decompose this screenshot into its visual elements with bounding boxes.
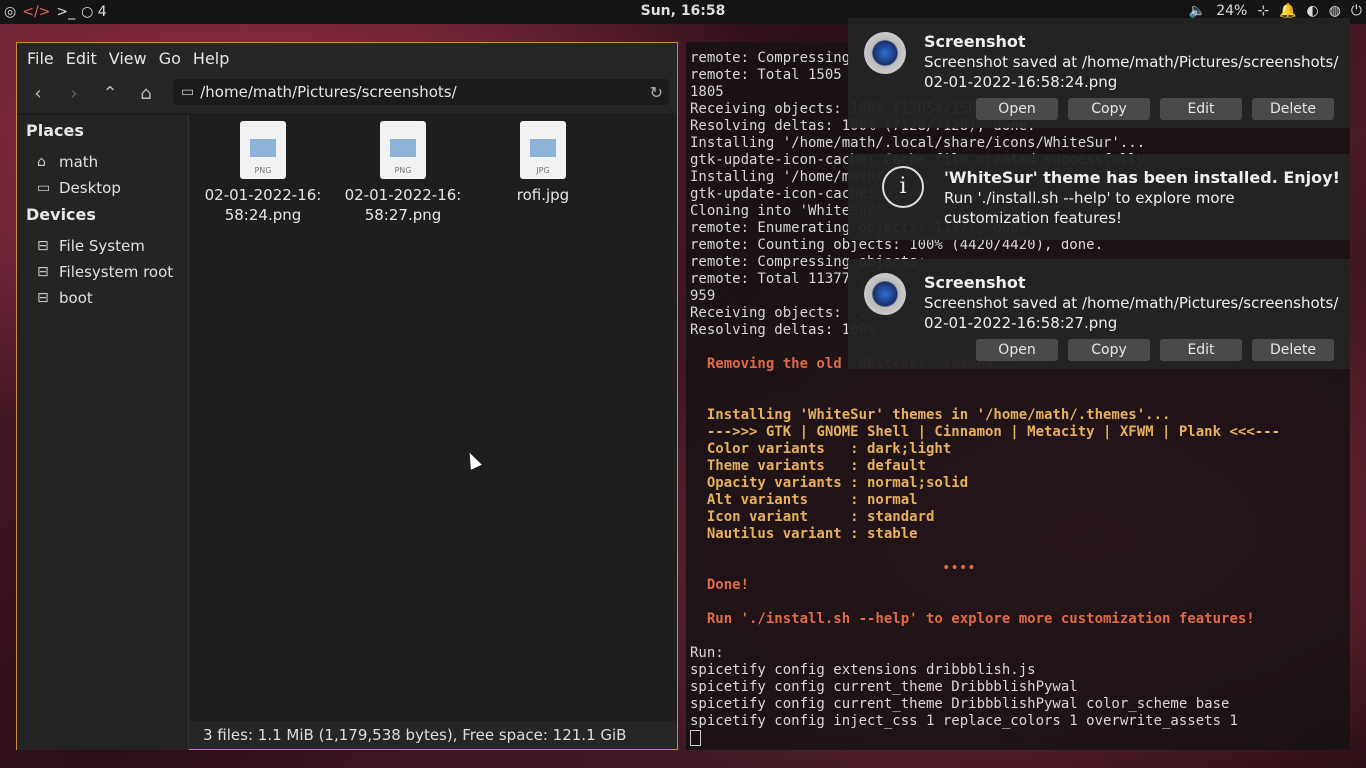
terminal-line: Nautilus variant : stable (690, 526, 918, 542)
edit-button[interactable]: Edit (1160, 339, 1242, 361)
sidebar-item-label: Desktop (59, 179, 121, 197)
notification-title: Screenshot (924, 32, 1026, 51)
delete-button[interactable]: Delete (1252, 339, 1334, 361)
up-icon[interactable]: ⌃ (99, 82, 121, 104)
notification-body: Run './install.sh --help' to explore mor… (944, 189, 1235, 227)
terminal-line: Run './install.sh --help' to explore mor… (690, 611, 1255, 627)
notification-title: Screenshot (924, 273, 1026, 292)
image-file-icon: PNG (240, 121, 286, 179)
terminal-line: Theme variants : default (690, 458, 927, 474)
drive-icon: ⊟ (37, 264, 49, 280)
places-header: Places (26, 121, 84, 140)
back-icon[interactable]: ‹ (27, 82, 49, 104)
notification-screenshot-2[interactable]: Screenshot Screenshot saved at /home/mat… (848, 259, 1350, 369)
menu-view[interactable]: View (103, 49, 153, 68)
sidebar-item-filesystem[interactable]: ⊟ File System (17, 233, 188, 259)
terminal-line: spicetify config inject_css 1 replace_co… (690, 713, 1238, 729)
terminal-window[interactable]: remote: Compressing remote: Total 1505 1… (686, 42, 1350, 750)
notification-screenshot-1[interactable]: Screenshot Screenshot saved at /home/mat… (848, 18, 1350, 128)
file-name: 02-01-2022-16: 58:27.png (344, 186, 462, 224)
terminal-line: Icon variant : standard (690, 509, 935, 525)
file-name: rofi.jpg (516, 186, 570, 204)
drive-icon: ⊟ (37, 238, 49, 254)
terminal-line: remote: Compressing (690, 50, 851, 66)
camera-icon (864, 32, 906, 74)
terminal-icon[interactable]: >_ (56, 3, 75, 21)
home-icon: ⌂ (37, 154, 46, 170)
terminal-line: Installing '/home/math/.local/share/icon… (690, 135, 1146, 151)
terminal-line: 959 (690, 288, 716, 304)
sidebar-item-desktop[interactable]: ▭ Desktop (17, 175, 188, 201)
file-item[interactable]: JPG rofi.jpg (473, 121, 613, 205)
sidebar-item-boot[interactable]: ⊟ boot (17, 285, 188, 311)
notification-body: Screenshot saved at /home/math/Pictures/… (924, 53, 1339, 91)
terminal-line: spicetify config extensions dribbblish.j… (690, 662, 1036, 678)
status-bar: 3 files: 1.1 MiB (1,179,538 bytes), Free… (189, 721, 677, 749)
notification-whitesur[interactable]: i 'WhiteSur' theme has been installed. E… (848, 154, 1350, 240)
terminal-line: 1805 (690, 84, 724, 100)
folder-icon: ▭ (181, 84, 195, 100)
image-file-icon: JPG (520, 121, 566, 179)
terminal-line: remote: Total 1505 (690, 67, 842, 83)
desktop-icon: ▭ (37, 180, 51, 196)
file-view[interactable]: PNG 02-01-2022-16: 58:24.png PNG 02-01-2… (189, 115, 677, 721)
terminal-line: Alt variants : normal (690, 492, 918, 508)
info-icon: i (882, 166, 924, 208)
forward-icon[interactable]: › (63, 82, 85, 104)
sidebar-item-label: boot (59, 289, 93, 307)
menu-file[interactable]: File (21, 49, 60, 68)
workspace-indicator[interactable]: ○ 4 (81, 3, 107, 21)
progress-dots: •••• (942, 560, 976, 576)
open-button[interactable]: Open (976, 98, 1058, 120)
delete-button[interactable]: Delete (1252, 98, 1334, 120)
file-name: 02-01-2022-16: 58:24.png (204, 186, 322, 224)
terminal-line: spicetify config current_theme Dribbblis… (690, 679, 1078, 695)
terminal-line: --->>> GTK | GNOME Shell | Cinnamon | Me… (690, 424, 1281, 440)
path-text[interactable]: /home/math/Pictures/screenshots/ (200, 83, 456, 101)
open-button[interactable]: Open (976, 339, 1058, 361)
globe-icon[interactable]: ◎ (4, 3, 16, 21)
file-item[interactable]: PNG 02-01-2022-16: 58:27.png (333, 121, 473, 225)
volume-level: 24% (1216, 3, 1248, 19)
terminal-cursor (690, 730, 701, 746)
code-icon[interactable]: </> (22, 3, 50, 21)
menu-go[interactable]: Go (153, 49, 187, 68)
notification-title: 'WhiteSur' theme has been installed. Enj… (944, 168, 1340, 187)
image-file-icon: PNG (380, 121, 426, 179)
power-icon[interactable]: ⏻ (1351, 2, 1362, 20)
sidebar-item-label: math (59, 153, 99, 171)
sidebar-item-filesystem-root[interactable]: ⊟ Filesystem root (17, 259, 188, 285)
menu-edit[interactable]: Edit (60, 49, 103, 68)
terminal-line: spicetify config current_theme Dribbblis… (690, 696, 1230, 712)
menu-help[interactable]: Help (187, 49, 235, 68)
copy-button[interactable]: Copy (1068, 339, 1150, 361)
location-bar[interactable]: ▭ /home/math/Pictures/screenshots/ ↻ (173, 79, 669, 105)
edit-button[interactable]: Edit (1160, 98, 1242, 120)
file-item[interactable]: PNG 02-01-2022-16: 58:24.png (193, 121, 333, 225)
devices-header: Devices (26, 205, 96, 224)
reload-icon[interactable]: ↻ (650, 83, 663, 102)
terminal-line: Color variants : dark;light (690, 441, 952, 457)
menubar: File Edit View Go Help (17, 43, 677, 73)
home-icon[interactable]: ⌂ (135, 82, 157, 104)
terminal-line: Run: (690, 645, 724, 661)
drive-icon: ⊟ (37, 290, 49, 306)
notification-body: Screenshot saved at /home/math/Pictures/… (924, 294, 1339, 332)
sidebar-item-math[interactable]: ⌂ math (17, 149, 188, 175)
sidebar-item-label: Filesystem root (59, 263, 174, 281)
clock[interactable]: Sun, 16:58 (0, 3, 1366, 19)
camera-icon (864, 273, 906, 315)
sidebar: Places ⌂ math ▭ Desktop Devices ⊟ File S… (17, 115, 189, 750)
file-manager-window: File Edit View Go Help ‹ › ⌃ ⌂ ▭ /home/m… (16, 42, 678, 750)
terminal-line: Opacity variants : normal;solid (690, 475, 969, 491)
terminal-line: Done! (690, 577, 750, 593)
sidebar-item-label: File System (59, 237, 145, 255)
copy-button[interactable]: Copy (1068, 98, 1150, 120)
terminal-line: Installing 'WhiteSur' themes in '/home/m… (690, 407, 1171, 423)
